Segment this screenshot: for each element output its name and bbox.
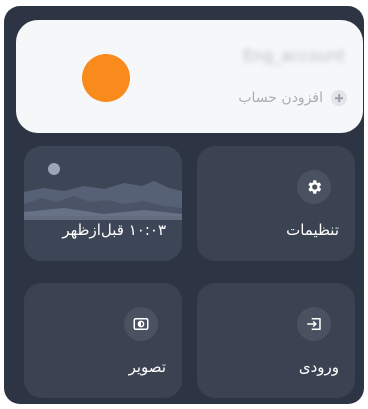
picture-label: تصویر [128,358,166,376]
gear-icon [297,170,331,204]
quick-panel: Eng_account افزودن حساب ۱۰:۰۳ قبل‌ازظهر … [4,6,364,404]
account-name: Eng_account [242,46,345,65]
picture-mode-icon [124,307,158,341]
account-card[interactable]: Eng_account افزودن حساب [16,20,363,133]
clock-time: ۱۰:۰۳ قبل‌ازظهر [62,221,166,239]
add-account-button[interactable]: افزودن حساب [238,90,347,106]
avatar [82,54,130,102]
input-tile[interactable]: ورودی [197,283,355,398]
settings-label: تنظیمات [286,221,339,239]
wallpaper-image [24,146,182,261]
plus-icon [331,90,347,106]
picture-tile[interactable]: تصویر [24,283,182,398]
input-label: ورودی [298,358,339,376]
add-account-label: افزودن حساب [238,90,323,106]
clock-tile[interactable]: ۱۰:۰۳ قبل‌ازظهر [24,146,182,261]
input-source-icon [297,307,331,341]
settings-tile[interactable]: تنظیمات [197,146,355,261]
